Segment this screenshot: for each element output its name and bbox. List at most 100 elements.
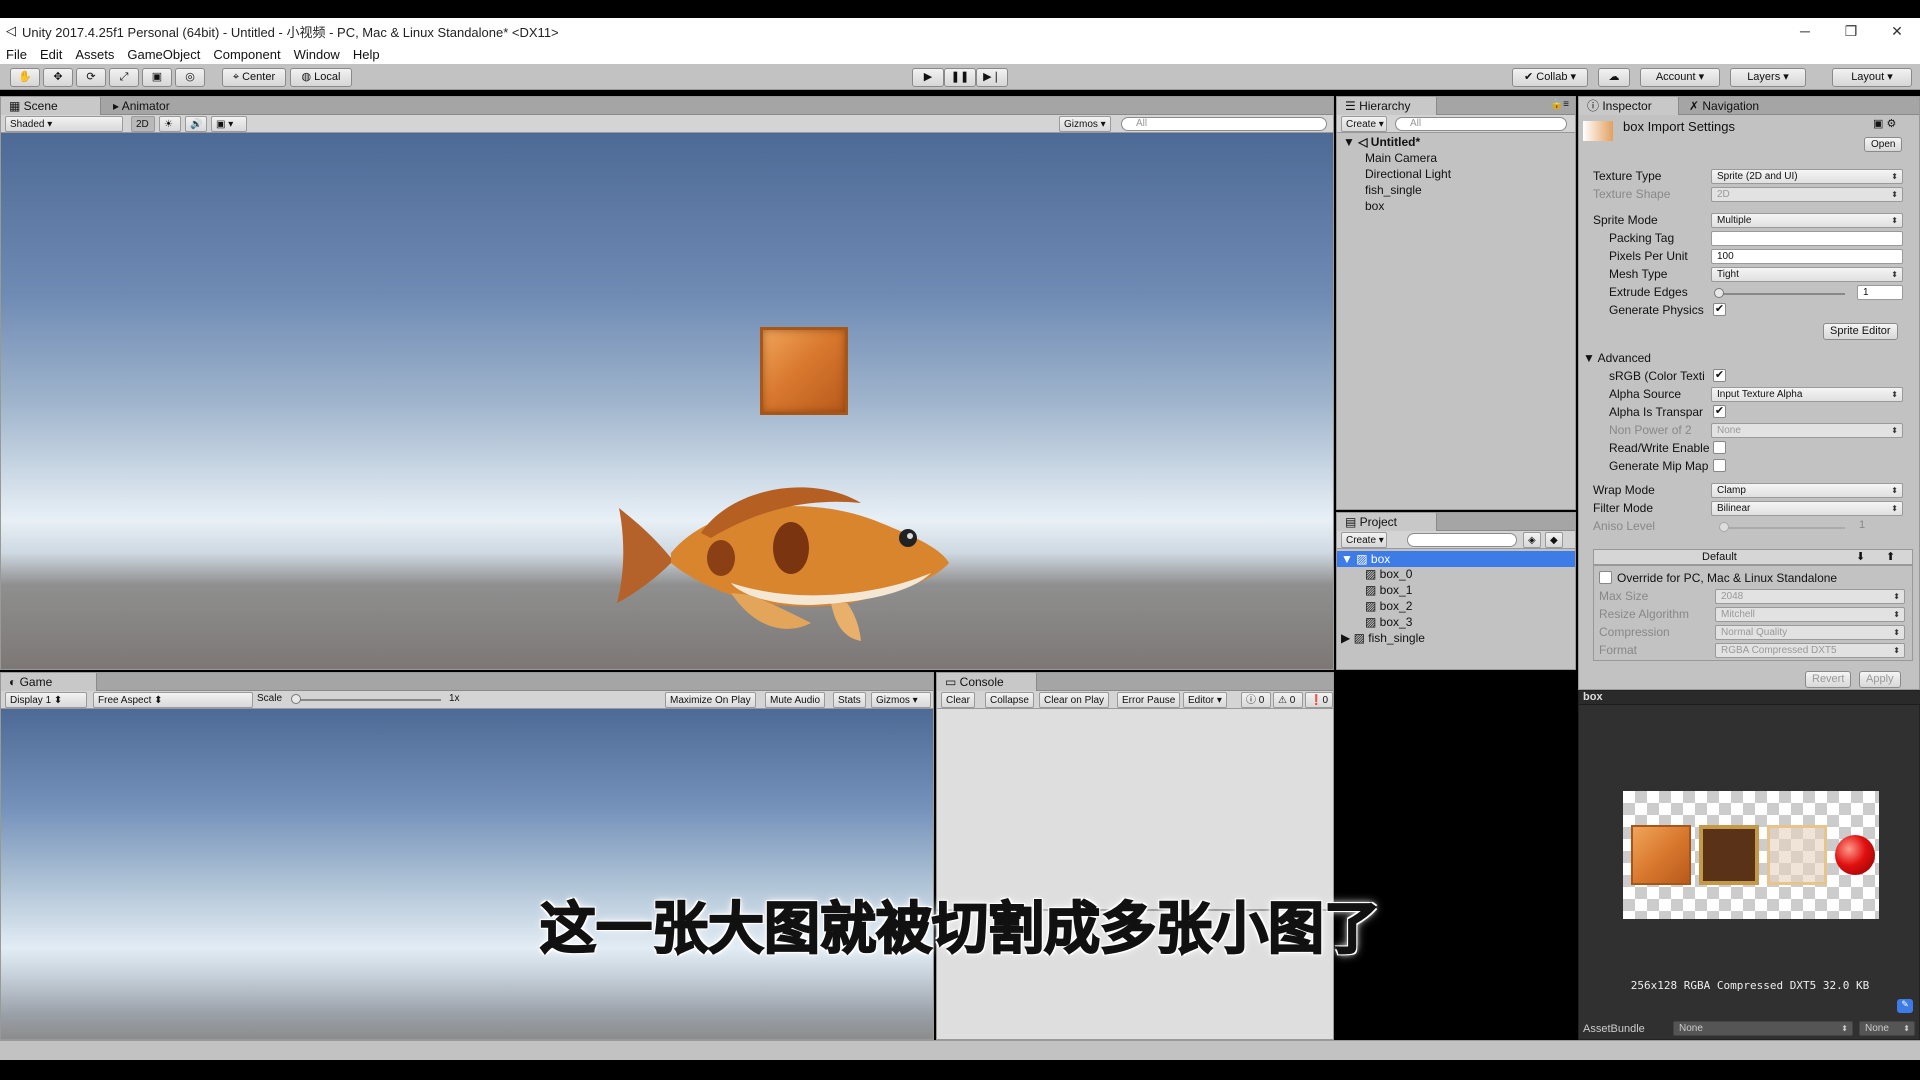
help-settings-icon[interactable]: ▣ ⚙: [1873, 117, 1896, 130]
tab-project[interactable]: ▤ Project: [1337, 513, 1437, 531]
2d-toggle[interactable]: 2D: [131, 116, 155, 132]
scale-slider[interactable]: [293, 699, 441, 701]
project-subitem[interactable]: ▨ box_1: [1365, 583, 1412, 597]
rotate-tool-icon[interactable]: ⟳: [76, 68, 106, 87]
scene-root-item[interactable]: ▼ ◁ Untitled*: [1343, 135, 1420, 149]
apply-button[interactable]: Apply: [1859, 671, 1901, 688]
scale-tool-icon[interactable]: ⤢: [109, 68, 139, 87]
transform-tool-icon[interactable]: ◎: [175, 68, 205, 87]
move-tool-icon[interactable]: ✥: [43, 68, 73, 87]
console-log-area[interactable]: [937, 709, 1333, 909]
ppu-input[interactable]: 100: [1711, 249, 1903, 264]
cloud-icon[interactable]: ☁: [1598, 68, 1630, 87]
assetbundle-dropdown[interactable]: None ⬍: [1673, 1021, 1853, 1036]
assetbundle-variant-dropdown[interactable]: None ⬍: [1859, 1021, 1915, 1036]
lighting-icon[interactable]: ☀: [159, 116, 181, 132]
warning-count-toggle[interactable]: ⚠ 0: [1273, 692, 1303, 708]
menu-window[interactable]: Window: [294, 47, 340, 62]
layers-dropdown[interactable]: Layers ▾: [1730, 68, 1806, 87]
menu-edit[interactable]: Edit: [40, 47, 62, 62]
scene-gizmos-dropdown[interactable]: Gizmos ▾: [1059, 116, 1111, 132]
play-icon[interactable]: ▶: [912, 68, 944, 87]
maximize-on-play-toggle[interactable]: Maximize On Play: [665, 692, 756, 708]
sprite-editor-button[interactable]: Sprite Editor: [1823, 323, 1898, 340]
hierarchy-create-dropdown[interactable]: Create ▾: [1341, 116, 1387, 132]
tab-console[interactable]: ▭ Console: [937, 673, 1037, 691]
readwrite-checkbox[interactable]: [1713, 441, 1726, 454]
aspect-dropdown[interactable]: Free Aspect ⬍: [93, 692, 253, 708]
advanced-foldout[interactable]: ▼ Advanced: [1583, 351, 1651, 365]
scene-view[interactable]: [1, 133, 1333, 669]
tag-icon[interactable]: ✎: [1897, 999, 1913, 1013]
stats-toggle[interactable]: Stats: [833, 692, 866, 708]
filter-label-icon[interactable]: ◆: [1545, 532, 1563, 548]
info-count-toggle[interactable]: ⓘ 0: [1241, 692, 1271, 708]
extrude-edges-knob[interactable]: [1714, 288, 1724, 298]
rect-tool-icon[interactable]: ▣: [142, 68, 172, 87]
hierarchy-item[interactable]: Directional Light: [1365, 167, 1451, 181]
packing-tag-input[interactable]: [1711, 231, 1903, 246]
game-gizmos-dropdown[interactable]: Gizmos ▾: [871, 692, 931, 708]
account-dropdown[interactable]: Account ▾: [1640, 68, 1720, 87]
extrude-edges-input[interactable]: 1: [1857, 285, 1903, 300]
alpha-transparency-checkbox[interactable]: ✔: [1713, 405, 1726, 418]
platform-default-tab[interactable]: Default: [1702, 551, 1737, 563]
minimize-button[interactable]: ─: [1782, 18, 1828, 44]
hierarchy-item[interactable]: Main Camera: [1365, 151, 1437, 165]
project-search-input[interactable]: [1407, 533, 1517, 547]
restore-button[interactable]: ❐: [1828, 18, 1874, 44]
project-item-fish[interactable]: ▶ ▨ fish_single: [1341, 631, 1425, 645]
tab-game[interactable]: ◐ Game: [1, 673, 97, 691]
tab-hierarchy[interactable]: ☰ Hierarchy: [1337, 97, 1437, 115]
audio-icon[interactable]: 🔊: [185, 116, 207, 132]
scale-knob[interactable]: [291, 694, 301, 704]
menu-gameobject[interactable]: GameObject: [127, 47, 200, 62]
srgb-checkbox[interactable]: ✔: [1713, 369, 1726, 382]
override-checkbox[interactable]: [1599, 571, 1612, 584]
fish-sprite[interactable]: [611, 463, 951, 643]
tab-animator[interactable]: ▸ Animator: [105, 97, 178, 115]
step-icon[interactable]: ▶❘: [976, 68, 1008, 87]
tab-inspector[interactable]: ⓘ Inspector: [1579, 97, 1679, 115]
windows-icon[interactable]: ⬆: [1886, 550, 1895, 563]
wrap-mode-dropdown[interactable]: Clamp ⬍: [1711, 483, 1903, 498]
box-sprite[interactable]: [760, 327, 848, 415]
hand-tool-icon[interactable]: ✋: [10, 68, 40, 87]
display-dropdown[interactable]: Display 1 ⬍: [5, 692, 87, 708]
mute-audio-toggle[interactable]: Mute Audio: [765, 692, 826, 708]
filter-mode-dropdown[interactable]: Bilinear ⬍: [1711, 501, 1903, 516]
project-subitem[interactable]: ▨ box_2: [1365, 599, 1412, 613]
project-subitem[interactable]: ▨ box_0: [1365, 567, 1412, 581]
pause-icon[interactable]: ❚❚: [944, 68, 976, 87]
alpha-source-dropdown[interactable]: Input Texture Alpha ⬍: [1711, 387, 1903, 402]
sprite-mode-dropdown[interactable]: Multiple ⬍: [1711, 213, 1903, 228]
pivot-local-button[interactable]: ◍ Local: [290, 68, 352, 87]
pivot-center-button[interactable]: ⌖ Center: [222, 68, 286, 87]
hierarchy-search-input[interactable]: All: [1395, 117, 1567, 131]
lock-icon[interactable]: 🔒≡: [1551, 99, 1569, 110]
layout-dropdown[interactable]: Layout ▾: [1832, 68, 1912, 87]
menu-assets[interactable]: Assets: [75, 47, 114, 62]
editor-dropdown[interactable]: Editor ▾: [1183, 692, 1227, 708]
mesh-type-dropdown[interactable]: Tight ⬍: [1711, 267, 1903, 282]
menu-component[interactable]: Component: [213, 47, 280, 62]
menu-file[interactable]: File: [6, 47, 27, 62]
mipmap-checkbox[interactable]: [1713, 459, 1726, 472]
hierarchy-item[interactable]: box: [1365, 199, 1384, 213]
download-icon[interactable]: ⬇: [1856, 550, 1865, 563]
tab-scene[interactable]: ▦ Scene: [1, 97, 101, 115]
error-count-toggle[interactable]: ❗0: [1305, 692, 1333, 708]
project-subitem[interactable]: ▨ box_3: [1365, 615, 1412, 629]
console-clear-button[interactable]: Clear: [941, 692, 975, 708]
menu-help[interactable]: Help: [353, 47, 380, 62]
hierarchy-item[interactable]: fish_single: [1365, 183, 1422, 197]
extrude-edges-slider[interactable]: [1715, 293, 1845, 295]
clear-on-play-toggle[interactable]: Clear on Play: [1039, 692, 1110, 708]
project-selected-row[interactable]: ▼ ▨ box: [1337, 551, 1575, 567]
tab-navigation[interactable]: ✗ Navigation: [1681, 97, 1767, 115]
collapse-toggle[interactable]: Collapse: [985, 692, 1034, 708]
shading-dropdown[interactable]: Shaded ▾: [5, 116, 123, 132]
error-pause-toggle[interactable]: Error Pause: [1117, 692, 1181, 708]
game-view[interactable]: [1, 709, 933, 1039]
project-item-box[interactable]: ▼ ▨ box: [1341, 552, 1390, 566]
